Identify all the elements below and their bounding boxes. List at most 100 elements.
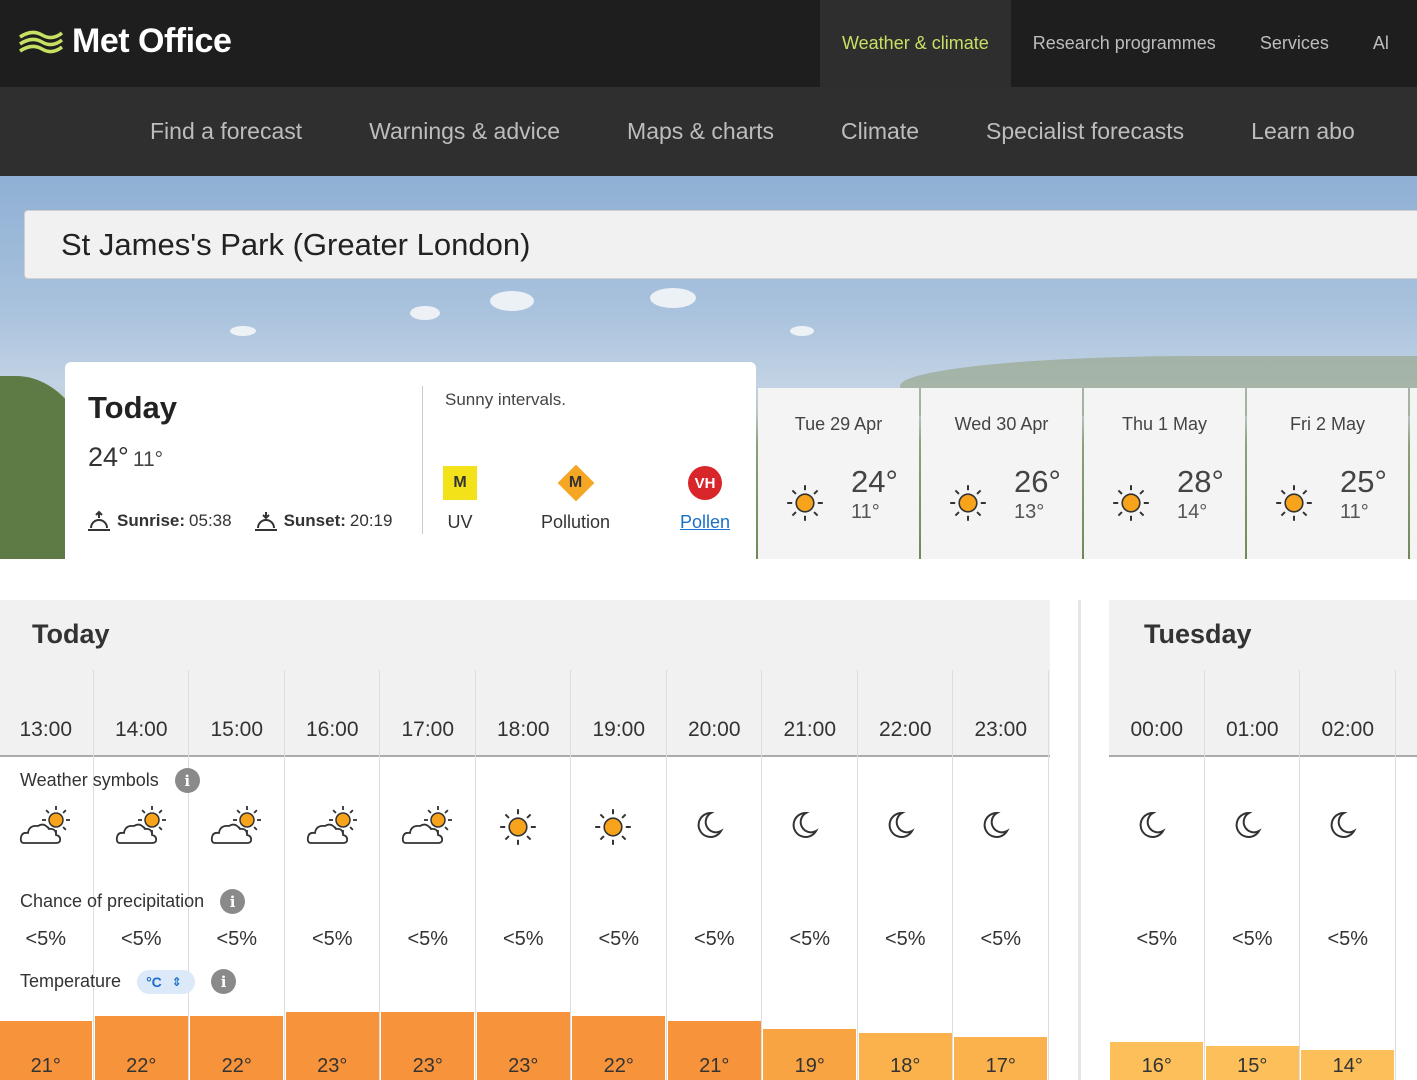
hour-column: 15:00 <5% 22° [189, 600, 285, 1080]
day-card[interactable]: Thu 1 May 28° 14° [1084, 388, 1245, 559]
day-card[interactable] [1410, 388, 1417, 559]
hour-time: 17:00 [401, 718, 455, 741]
top-nav: Weather & climate Research programmes Se… [820, 0, 1411, 87]
today-summary-card: Today 24° 11° Sunrise: 05:38 Sunset: 20:1… [65, 362, 756, 559]
temperature-value: 23° [412, 1055, 443, 1077]
moon-icon [1322, 805, 1362, 850]
hour-time: 19:00 [592, 718, 646, 741]
subnav-climate[interactable]: Climate [841, 118, 919, 145]
hour-column: 00:00 <5% 16° [1109, 600, 1205, 1080]
day-low: 14° [1177, 501, 1208, 523]
hour-time: 18:00 [496, 718, 550, 741]
hour-column: 16:00 <5% 23° [285, 600, 380, 1080]
temperature-value: 23° [317, 1055, 348, 1077]
sunset-icon [254, 512, 277, 531]
hour-time: 01:00 [1225, 718, 1279, 741]
precip-value: <5% [884, 928, 926, 950]
today-high: 24° [88, 442, 129, 472]
hour-column: 02:00 <5% 14° [1300, 600, 1396, 1080]
precip-value: <5% [407, 928, 449, 950]
temperature-value: 22° [603, 1055, 634, 1077]
weather-symbols-label: Weather symbols i [20, 768, 200, 793]
day-card[interactable]: Wed 30 Apr 26° 13° [921, 388, 1082, 559]
info-icon[interactable]: i [220, 889, 246, 914]
today-title: Today [88, 390, 177, 425]
precip-value: <5% [311, 928, 353, 950]
info-icon[interactable]: i [174, 768, 200, 793]
hour-time: 22:00 [878, 718, 932, 741]
temperature-value: 22° [126, 1055, 157, 1077]
top-bar: Met Office Weather & climate Research pr… [0, 0, 1417, 87]
sun-icon [1272, 481, 1316, 530]
day-high: 24° [851, 464, 898, 499]
sun-icon [591, 805, 635, 854]
pollen-level-icon: VH [688, 466, 723, 500]
pollen-badge[interactable]: VH Pollen [680, 466, 730, 533]
nav-services[interactable]: Services [1238, 0, 1351, 87]
hour-time: 13:00 [19, 718, 73, 741]
day-date: Wed 30 Apr [954, 414, 1049, 434]
chevron-updown-icon: ⇕ [171, 974, 182, 989]
day-card[interactable]: Tue 29 Apr 24° 11° [758, 388, 919, 559]
sun-icon [946, 481, 990, 530]
subnav-find-forecast[interactable]: Find a forecast [150, 118, 302, 145]
today-summary-text: Sunny intervals. [445, 390, 566, 409]
hour-time: 23:00 [974, 718, 1028, 741]
moon-icon [784, 805, 824, 850]
hour-column: 21:00 <5% 19° [762, 600, 858, 1080]
hour-time: 14:00 [114, 718, 168, 741]
subnav-maps[interactable]: Maps & charts [627, 118, 774, 145]
temperature-value: 14° [1332, 1055, 1363, 1077]
sunny-intervals-icon [114, 805, 172, 854]
hour-column: 01:00 <5% 15° [1205, 600, 1300, 1080]
day-date: Fri 2 May [1289, 414, 1365, 434]
temperature-value: 18° [890, 1055, 921, 1077]
location-search-input[interactable]: St James's Park (Greater London) [24, 210, 1417, 279]
hour-column: 23:00 <5% 17° [953, 600, 1049, 1080]
nav-more[interactable]: Al [1351, 0, 1411, 87]
sunny-intervals-icon [305, 805, 363, 854]
precip-value: <5% [1231, 928, 1273, 950]
temperature-value: 15° [1237, 1055, 1268, 1077]
temperature-unit-select[interactable]: °C ⇕ [137, 969, 196, 994]
day-high: 28° [1177, 464, 1224, 499]
temperature-value: 21° [30, 1055, 61, 1077]
logo-icon [19, 30, 64, 53]
pollution-badge[interactable]: M Pollution [541, 466, 610, 533]
sunny-intervals-icon [400, 805, 458, 854]
hour-time: 15:00 [210, 718, 264, 741]
pollen-link[interactable]: Pollen [680, 512, 730, 533]
nav-research[interactable]: Research programmes [1011, 0, 1238, 87]
hourly-tuesday-panel: Tuesday 00:00 <5% 16° 01:00 <5% 15° 02:0… [1109, 600, 1417, 1080]
hour-column: 22:00 <5% 18° [858, 600, 953, 1080]
hour-time: 16:00 [305, 718, 359, 741]
temperature-value: 22° [221, 1055, 252, 1077]
today-low: 11° [132, 448, 164, 471]
subnav-warnings[interactable]: Warnings & advice [369, 118, 560, 145]
nav-weather-climate[interactable]: Weather & climate [820, 0, 1011, 87]
subnav-learn[interactable]: Learn abo [1251, 118, 1355, 145]
uv-badge[interactable]: M UV [443, 466, 477, 533]
sunset-time: 20:19 [349, 511, 393, 530]
precip-value: <5% [1136, 928, 1178, 950]
day-date: Thu 1 May [1121, 414, 1208, 434]
hour-column: 20:00 <5% 21° [667, 600, 762, 1080]
day-low: 11° [851, 501, 880, 523]
precip-value: <5% [216, 928, 258, 950]
precip-value: <5% [502, 928, 544, 950]
day-card[interactable]: Fri 2 May 25° 11° [1247, 388, 1408, 559]
precip-value: <5% [598, 928, 640, 950]
precip-value: <5% [120, 928, 162, 950]
day-high: 25° [1340, 464, 1387, 499]
precip-label: Chance of precipitation i [20, 889, 246, 914]
met-office-logo[interactable]: Met Office [18, 22, 232, 61]
info-icon[interactable]: i [211, 969, 237, 994]
precip-value: <5% [25, 928, 67, 950]
subnav-specialist[interactable]: Specialist forecasts [986, 118, 1184, 145]
hourly-today-panel: Today 13:00 <5% 21° 14:00 <5% 22° 15:00 … [0, 600, 1050, 1080]
sub-nav: Find a forecast Warnings & advice Maps &… [0, 87, 1417, 176]
sunrise-time: 05:38 [189, 511, 232, 530]
temperature-value: 19° [794, 1055, 825, 1077]
moon-icon [689, 805, 729, 850]
day-separator [1078, 600, 1081, 1080]
